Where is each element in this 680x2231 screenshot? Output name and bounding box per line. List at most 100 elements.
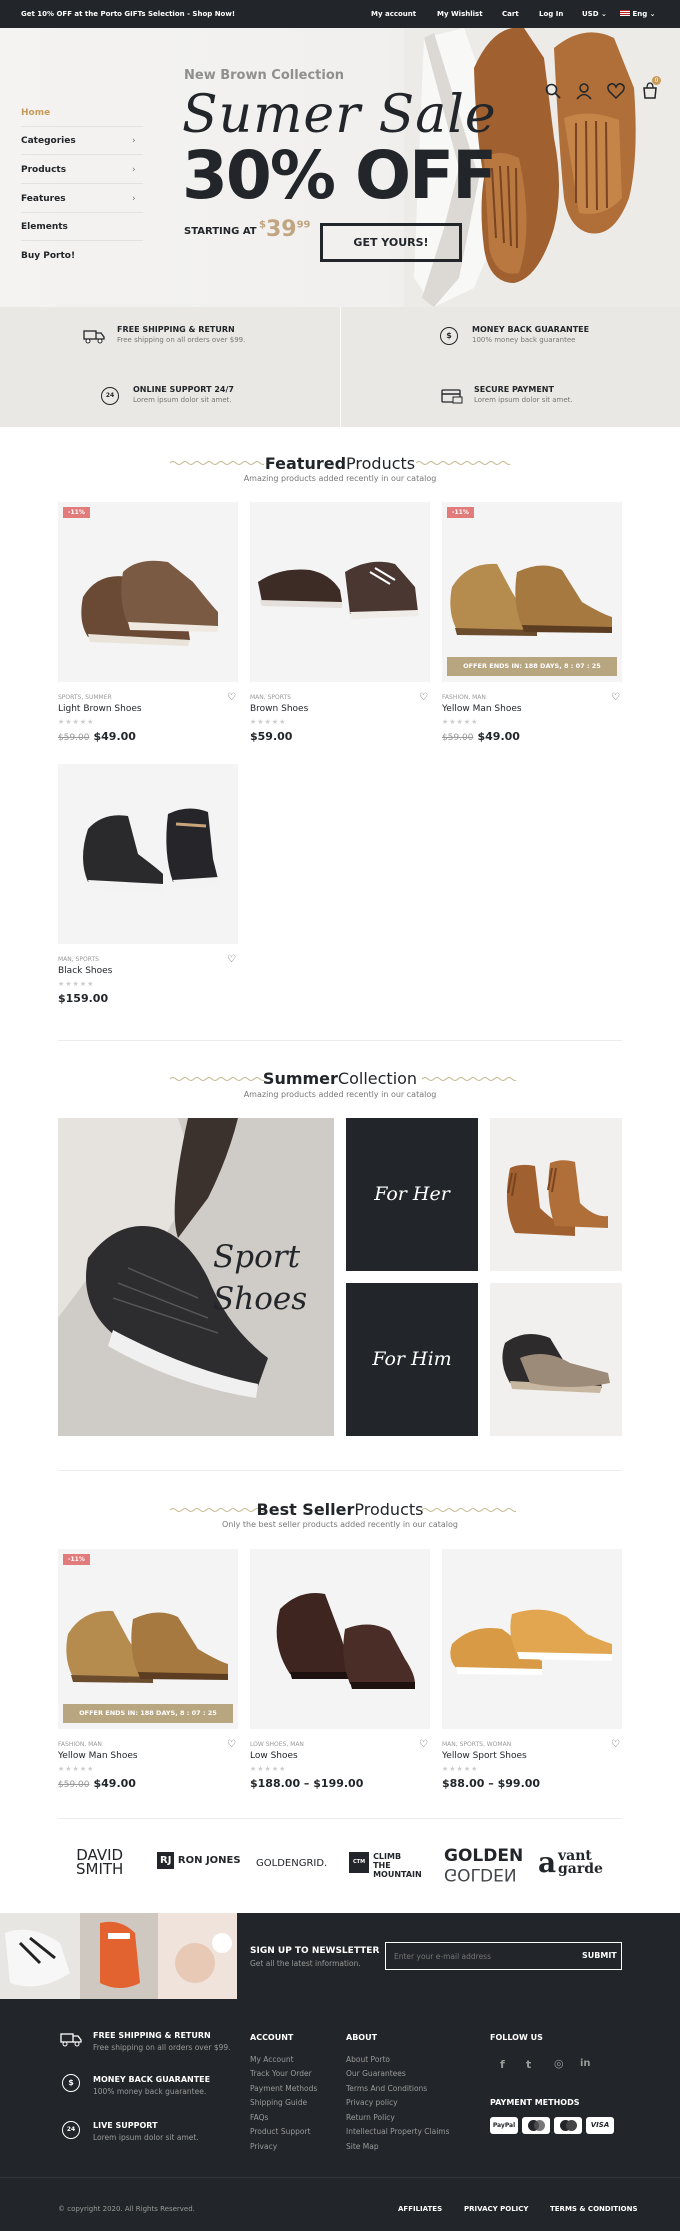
footer-link[interactable]: Site Map xyxy=(346,2142,379,2151)
wishlist-heart-icon[interactable]: ♡ xyxy=(611,1739,620,1750)
product-name[interactable]: Yellow Man Shoes xyxy=(58,1751,238,1761)
user-icon[interactable] xyxy=(575,82,593,100)
my-account-link[interactable]: My account xyxy=(371,10,416,18)
linkedin-icon[interactable]: in xyxy=(580,2058,591,2069)
for-him-image-tile[interactable] xyxy=(490,1283,622,1436)
product-price: $159.00 xyxy=(58,992,109,1005)
footer-link[interactable]: FAQs xyxy=(250,2113,268,2122)
footer-link[interactable]: Track Your Order xyxy=(250,2069,312,2078)
product-image[interactable] xyxy=(250,502,430,682)
product-image[interactable]: -11% OFFER ENDS IN: 188 DAYS, 8 : 07 : 2… xyxy=(442,502,622,682)
footer-link[interactable]: Privacy xyxy=(250,2142,277,2151)
sport-shoes-label: Sport Shoes xyxy=(213,1239,308,1317)
privacy-policy-link[interactable]: PRIVACY POLICY xyxy=(464,2205,528,2213)
sidebar-item-elements[interactable]: Elements xyxy=(21,222,68,232)
product-card[interactable]: -11% SPORTS, SUMMER Light Brown Shoes ★★… xyxy=(58,502,238,743)
sidebar-item-categories[interactable]: Categories xyxy=(21,136,76,146)
cart-count-badge: 0 xyxy=(652,76,661,85)
offer-countdown: OFFER ENDS IN: 188 DAYS, 8 : 07 : 25 xyxy=(63,1704,233,1723)
footer-feature-sub: Lorem ipsum dolor sit amet. xyxy=(93,2133,199,2142)
sidebar-item-home[interactable]: Home xyxy=(21,108,50,118)
product-name[interactable]: Yellow Sport Shoes xyxy=(442,1751,622,1761)
wishlist-heart-icon[interactable]: ♡ xyxy=(227,692,236,703)
product-card[interactable]: MAN, SPORTS, WOMAN Yellow Sport Shoes ★★… xyxy=(442,1549,622,1790)
language-select[interactable]: Eng ⌄ xyxy=(620,10,656,18)
sidebar-item-features[interactable]: Features xyxy=(21,194,66,204)
product-card[interactable]: -11% OFFER ENDS IN: 188 DAYS, 8 : 07 : 2… xyxy=(58,1549,238,1790)
product-image[interactable] xyxy=(250,1549,430,1729)
for-her-tile[interactable]: For Her xyxy=(346,1118,478,1271)
brown-shoe-image xyxy=(258,561,418,619)
featured-title: FeaturedProducts xyxy=(264,454,416,473)
sidebar-item-buy-porto[interactable]: Buy Porto! xyxy=(21,251,75,261)
product-card[interactable]: -11% OFFER ENDS IN: 188 DAYS, 8 : 07 : 2… xyxy=(442,502,622,743)
product-card[interactable]: MAN, SPORTS Black Shoes ★★★★★ $159.00 ♡ xyxy=(58,764,238,1005)
brand-logo-golden[interactable]: GOLDEN GOLDEN xyxy=(444,1848,523,1885)
wishlist-heart-icon[interactable]: ♡ xyxy=(611,692,620,703)
for-him-tile[interactable]: For Him xyxy=(346,1283,478,1436)
search-icon[interactable] xyxy=(544,82,562,100)
brand-logo-ron-jones[interactable]: RJ RON JONES xyxy=(157,1852,241,1869)
footer-link[interactable]: Privacy policy xyxy=(346,2098,398,2107)
brand-logo-avant-garde[interactable]: a vant garde xyxy=(538,1849,603,1877)
for-her-image-tile[interactable] xyxy=(490,1118,622,1271)
email-input[interactable] xyxy=(394,1949,544,1963)
footer-link[interactable]: Product Support xyxy=(250,2127,311,2136)
brand-logo-golden-grid[interactable]: GOLDENGRID. xyxy=(256,1858,327,1869)
product-name[interactable]: Brown Shoes xyxy=(250,704,430,714)
product-price: $88.00 – $99.00 xyxy=(442,1777,541,1790)
product-image[interactable] xyxy=(58,764,238,944)
visa-icon: VISA xyxy=(586,2117,614,2134)
product-category[interactable]: FASHION, MAN xyxy=(442,694,622,701)
footer-link[interactable]: Shipping Guide xyxy=(250,2098,307,2107)
facebook-icon[interactable]: f xyxy=(500,2058,505,2071)
terms-link[interactable]: TERMS & CONDITIONS xyxy=(550,2205,638,2213)
product-card[interactable]: MAN, SPORTS Brown Shoes ★★★★★ $59.00 ♡ xyxy=(250,502,430,743)
product-name[interactable]: Yellow Man Shoes xyxy=(442,704,622,714)
bestseller-subtitle: Only the best seller products added rece… xyxy=(222,1520,458,1529)
login-link[interactable]: Log In xyxy=(539,10,563,18)
brand-logo-climb-the-mountain[interactable]: CTM CLIMB THE MOUNTAIN xyxy=(349,1852,422,1879)
product-name[interactable]: Black Shoes xyxy=(58,966,238,976)
footer-link[interactable]: Payment Methods xyxy=(250,2084,317,2093)
product-card[interactable]: LOW SHOES, MAN Low Shoes ★★★★★ $188.00 –… xyxy=(250,1549,430,1790)
instagram-icon[interactable]: ◎ xyxy=(554,2057,564,2070)
sidebar-item-products[interactable]: Products xyxy=(21,165,66,175)
product-category[interactable]: MAN, SPORTS xyxy=(58,956,238,963)
product-image[interactable] xyxy=(442,1549,622,1729)
product-name[interactable]: Low Shoes xyxy=(250,1751,430,1761)
promo-text[interactable]: Get 10% OFF at the Porto GIFTs Selection… xyxy=(21,10,235,18)
my-wishlist-link[interactable]: My Wishlist xyxy=(437,10,483,18)
wishlist-heart-icon[interactable]: ♡ xyxy=(227,1739,236,1750)
cart-link[interactable]: Cart xyxy=(502,10,519,18)
divider xyxy=(58,1470,622,1471)
brand-logo-david-smith[interactable]: DAVID SMITH xyxy=(76,1848,123,1877)
footer-link[interactable]: Return Policy xyxy=(346,2113,395,2122)
black-shoe-image xyxy=(83,808,218,892)
product-category[interactable]: MAN, SPORTS, WOMAN xyxy=(442,1741,622,1748)
product-name[interactable]: Light Brown Shoes xyxy=(58,704,238,714)
product-category[interactable]: MAN, SPORTS xyxy=(250,694,430,701)
product-category[interactable]: SPORTS, SUMMER xyxy=(58,694,238,701)
wishlist-heart-icon[interactable]: ♡ xyxy=(419,692,428,703)
footer-link[interactable]: Terms And Conditions xyxy=(346,2084,427,2093)
footer-link[interactable]: My Account xyxy=(250,2055,294,2064)
footer-link[interactable]: About Porto xyxy=(346,2055,390,2064)
twitter-icon[interactable]: t xyxy=(526,2058,531,2071)
get-yours-button[interactable]: GET YOURS! xyxy=(320,223,462,262)
footer-link[interactable]: Intellectual Property Claims xyxy=(346,2127,450,2136)
wishlist-heart-icon[interactable]: ♡ xyxy=(419,1739,428,1750)
wishlist-heart-icon[interactable]: ♡ xyxy=(227,954,236,965)
product-image[interactable]: -11% OFFER ENDS IN: 188 DAYS, 8 : 07 : 2… xyxy=(58,1549,238,1729)
shop-now-link[interactable]: Shop Now! xyxy=(192,10,235,18)
footer-link[interactable]: Our Guarantees xyxy=(346,2069,406,2078)
sport-shoes-tile[interactable]: Sport Shoes xyxy=(58,1118,334,1436)
submit-button[interactable]: SUBMIT xyxy=(582,1951,617,1960)
heart-icon[interactable] xyxy=(607,82,625,100)
affiliates-link[interactable]: AFFILIATES xyxy=(398,2205,442,2213)
currency-select[interactable]: USD ⌄ xyxy=(582,10,607,18)
product-category[interactable]: FASHION, MAN xyxy=(58,1741,238,1748)
us-flag-icon xyxy=(620,10,630,16)
product-image[interactable]: -11% xyxy=(58,502,238,682)
product-category[interactable]: LOW SHOES, MAN xyxy=(250,1741,430,1748)
